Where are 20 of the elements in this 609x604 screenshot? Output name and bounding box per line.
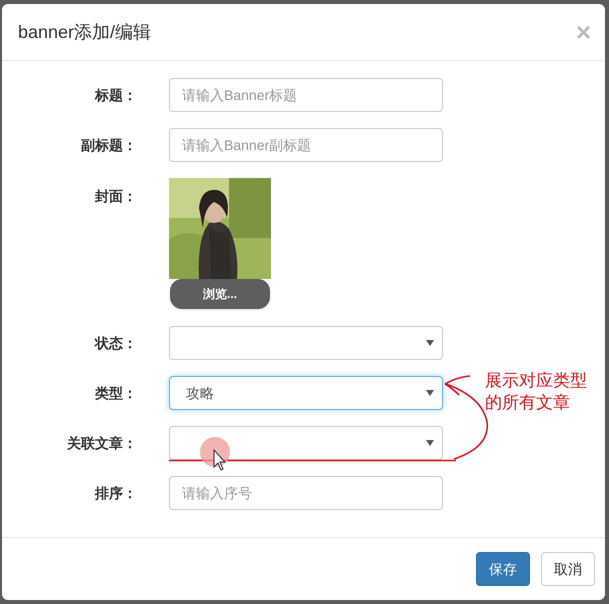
- save-button[interactable]: 保存: [476, 552, 530, 586]
- cancel-button[interactable]: 取消: [541, 552, 595, 586]
- field-label: 状态：: [94, 334, 137, 353]
- field-label: 关联文章：: [66, 434, 137, 453]
- input-field[interactable]: 请输入Banner标题: [169, 78, 443, 112]
- caret-down-icon: [426, 340, 434, 346]
- field-label: 标题：: [94, 86, 137, 105]
- select-dropdown[interactable]: [169, 326, 443, 360]
- annotation-note: 展示对应类型的所有文章: [485, 370, 588, 414]
- field-label: 封面：: [94, 187, 137, 206]
- caret-down-icon: [426, 390, 434, 396]
- field-label: 排序：: [94, 484, 137, 503]
- select-dropdown[interactable]: 攻略: [169, 376, 443, 410]
- caret-down-icon: [426, 440, 434, 446]
- input-field[interactable]: 请输入序号: [169, 476, 443, 510]
- browse-button[interactable]: 浏览...: [170, 279, 270, 309]
- field-label: 类型：: [94, 384, 137, 403]
- field-label: 副标题：: [80, 136, 137, 155]
- input-field[interactable]: 请输入Banner副标题: [169, 128, 443, 162]
- dialog-title: banner添加/编辑: [18, 20, 152, 44]
